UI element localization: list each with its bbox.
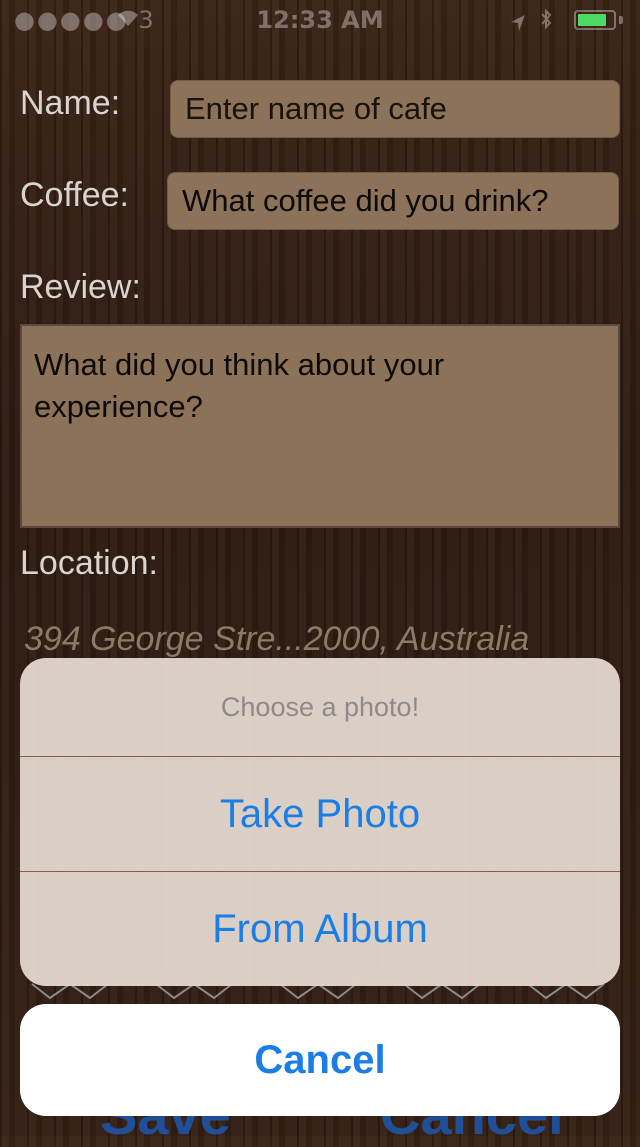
action-sheet-title: Choose a photo! bbox=[20, 658, 620, 757]
take-photo-button[interactable]: Take Photo bbox=[20, 757, 620, 871]
action-sheet: Choose a photo! Take Photo From Album bbox=[20, 658, 620, 986]
from-album-button[interactable]: From Album bbox=[20, 871, 620, 986]
action-sheet-cancel-button[interactable]: Cancel bbox=[20, 1004, 620, 1116]
